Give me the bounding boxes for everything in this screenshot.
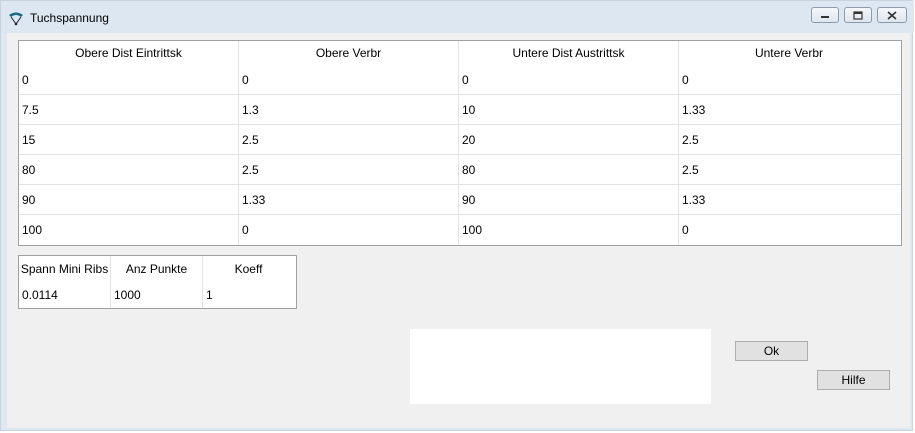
table-cell[interactable]: 2.5 (239, 155, 459, 184)
column-header[interactable]: Untere Dist Austrittsk (459, 41, 679, 65)
column-header[interactable]: Untere Verbr (679, 41, 899, 65)
table-cell[interactable]: 80 (459, 155, 679, 184)
maximize-icon (853, 10, 863, 20)
table-row: 15 2.5 20 2.5 (19, 125, 901, 155)
table-row: 80 2.5 80 2.5 (19, 155, 901, 185)
table-row: 0 0 0 0 (19, 65, 901, 95)
table-cell[interactable]: 0.0114 (19, 281, 111, 308)
maximize-button[interactable] (844, 7, 872, 23)
dialog-client-area: Obere Dist Eintrittsk Obere Verbr Untere… (7, 33, 910, 428)
table-cell[interactable]: 2.5 (679, 125, 899, 154)
paraglider-icon (8, 10, 24, 26)
table-cell[interactable]: 1 (203, 281, 294, 308)
table-cell[interactable]: 100 (459, 215, 679, 245)
column-header[interactable]: Obere Verbr (239, 41, 459, 65)
table-cell[interactable]: 10 (459, 95, 679, 124)
table-cell[interactable]: 20 (459, 125, 679, 154)
table-cell[interactable]: 0 (19, 65, 239, 94)
table-cell[interactable]: 100 (19, 215, 239, 245)
table-cell[interactable]: 1.33 (239, 185, 459, 214)
close-button[interactable] (877, 7, 907, 23)
table-cell[interactable]: 2.5 (239, 125, 459, 154)
table-cell[interactable]: 0 (679, 215, 899, 245)
column-header[interactable]: Koeff (203, 256, 294, 281)
table-cell[interactable]: 90 (19, 185, 239, 214)
ok-button[interactable]: Ok (735, 341, 808, 361)
column-header[interactable]: Spann Mini Ribs (19, 256, 111, 281)
table-row: 0.0114 1000 1 (19, 281, 296, 308)
table-row: 7.5 1.3 10 1.33 (19, 95, 901, 125)
minimize-button[interactable] (811, 7, 839, 23)
table-row: 90 1.33 90 1.33 (19, 185, 901, 215)
table-cell[interactable]: 2.5 (679, 155, 899, 184)
table-cell[interactable]: 0 (239, 215, 459, 245)
table-cell[interactable]: 0 (239, 65, 459, 94)
table-cell[interactable]: 0 (459, 65, 679, 94)
minimize-icon (821, 16, 829, 18)
app-window: Tuchspannung Obere Dist Eintrittsk Obere… (0, 0, 914, 431)
preview-panel (410, 329, 711, 404)
help-button[interactable]: Hilfe (817, 370, 890, 390)
table-cell[interactable]: 1.33 (679, 95, 899, 124)
column-header[interactable]: Anz Punkte (111, 256, 203, 281)
table-cell[interactable]: 1.3 (239, 95, 459, 124)
table-cell[interactable]: 15 (19, 125, 239, 154)
table-row: 100 0 100 0 (19, 215, 901, 245)
table-header-row: Obere Dist Eintrittsk Obere Verbr Untere… (19, 41, 901, 65)
title-bar[interactable]: Tuchspannung (1, 1, 914, 33)
table-cell[interactable]: 1000 (111, 281, 203, 308)
table-cell[interactable]: 1.33 (679, 185, 899, 214)
window-title: Tuchspannung (30, 11, 109, 25)
table-header-row: Spann Mini Ribs Anz Punkte Koeff (19, 256, 296, 281)
parameters-table: Spann Mini Ribs Anz Punkte Koeff 0.0114 … (18, 255, 297, 309)
table-cell[interactable]: 0 (679, 65, 899, 94)
close-icon (887, 10, 897, 20)
spacing-table: Obere Dist Eintrittsk Obere Verbr Untere… (18, 40, 902, 246)
column-header[interactable]: Obere Dist Eintrittsk (19, 41, 239, 65)
table-cell[interactable]: 80 (19, 155, 239, 184)
table-cell[interactable]: 7.5 (19, 95, 239, 124)
table-cell[interactable]: 90 (459, 185, 679, 214)
